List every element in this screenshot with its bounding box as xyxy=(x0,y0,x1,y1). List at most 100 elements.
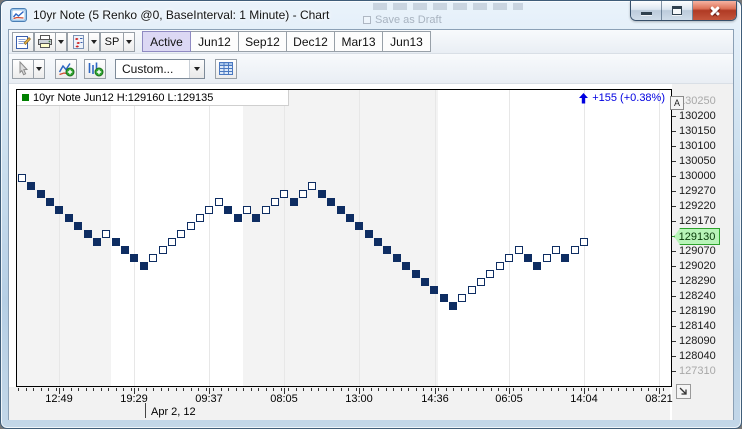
renko-brick xyxy=(365,230,373,238)
time-minor-tick xyxy=(588,388,589,391)
chart-plot[interactable]: 10yr Note Jun12 H:129160 L:129135 +155 (… xyxy=(16,89,672,387)
price-axis-label: 128240 xyxy=(679,290,716,302)
renko-brick xyxy=(383,246,391,254)
price-tick xyxy=(672,116,676,117)
price-tick xyxy=(672,371,676,372)
autoscale-button[interactable]: A xyxy=(670,96,684,110)
time-gridline xyxy=(59,90,60,386)
time-minor-tick xyxy=(138,388,139,391)
last-price-marker: 129130 xyxy=(674,228,720,245)
tab-jun13[interactable]: Jun13 xyxy=(382,31,431,52)
diagonal-arrow-icon xyxy=(679,387,688,396)
renko-brick xyxy=(271,198,279,206)
time-minor-tick xyxy=(108,388,109,391)
price-tick xyxy=(672,221,676,222)
time-axis-label: 14:04 xyxy=(570,393,598,405)
time-minor-tick xyxy=(146,388,147,391)
time-axis-label: 08:05 xyxy=(270,393,298,405)
chartbook-button[interactable] xyxy=(67,32,89,52)
time-minor-tick xyxy=(236,388,237,391)
symbol-dropdown[interactable] xyxy=(124,32,135,52)
timeframe-select[interactable]: Custom... xyxy=(115,59,205,79)
price-axis[interactable]: 1302501302001301501301001300501300001292… xyxy=(672,84,733,420)
time-gridline xyxy=(359,90,360,386)
scale-adjust-button[interactable] xyxy=(676,384,691,399)
title-bar[interactable]: 10yr Note (5 Renko @0, BaseInterval: 1 M… xyxy=(1,1,741,29)
time-minor-tick xyxy=(123,388,124,391)
time-axis[interactable]: Apr 2, 12 12:4919:2909:3708:0513:0014:36… xyxy=(9,387,670,420)
time-minor-tick xyxy=(446,388,447,391)
timeframe-select-dropdown[interactable] xyxy=(189,60,204,78)
renko-brick xyxy=(449,302,457,310)
timeframe-select-value: Custom... xyxy=(116,62,189,76)
renko-brick xyxy=(112,238,120,246)
renko-brick xyxy=(552,246,560,254)
pointer-tool-button[interactable] xyxy=(12,59,34,79)
price-tick xyxy=(672,146,676,147)
time-minor-tick xyxy=(551,388,552,391)
time-minor-tick xyxy=(251,388,252,391)
minimize-button[interactable] xyxy=(631,1,662,20)
renko-brick xyxy=(299,190,307,198)
renko-brick xyxy=(140,262,148,270)
up-arrow-icon xyxy=(579,93,588,104)
time-minor-tick xyxy=(86,388,87,391)
renko-brick xyxy=(55,206,63,214)
time-minor-tick xyxy=(371,388,372,391)
time-gridline xyxy=(134,90,135,386)
time-minor-tick xyxy=(93,388,94,391)
time-minor-tick xyxy=(378,388,379,391)
price-tick xyxy=(672,161,676,162)
add-chart-button[interactable] xyxy=(84,59,106,79)
renko-brick xyxy=(308,182,316,190)
trade-dom-button[interactable] xyxy=(215,59,237,79)
symbol-button-label: SP xyxy=(105,36,120,48)
renko-brick xyxy=(65,214,73,222)
symbol-button[interactable]: SP xyxy=(100,32,124,52)
time-minor-tick xyxy=(386,388,387,391)
chevron-down-icon xyxy=(36,67,42,71)
tab-active[interactable]: Active xyxy=(142,31,191,52)
session-stripe xyxy=(243,90,438,386)
tab-dec12[interactable]: Dec12 xyxy=(286,31,335,52)
price-tick xyxy=(672,341,676,342)
time-minor-tick xyxy=(56,388,57,391)
tab-jun12[interactable]: Jun12 xyxy=(190,31,239,52)
time-minor-tick xyxy=(498,388,499,391)
price-axis-label: 127310 xyxy=(679,365,716,377)
chart-properties-button[interactable] xyxy=(12,32,34,52)
restore-icon xyxy=(672,6,682,15)
net-change-readout: +155 (+0.38%) xyxy=(579,92,665,104)
time-minor-tick xyxy=(296,388,297,391)
time-minor-tick xyxy=(266,388,267,391)
time-minor-tick xyxy=(536,388,537,391)
legend-color-swatch xyxy=(22,94,29,101)
window-title: 10yr Note (5 Renko @0, BaseInterval: 1 M… xyxy=(33,8,329,22)
close-button[interactable] xyxy=(693,1,736,20)
time-minor-tick xyxy=(341,388,342,391)
time-minor-tick xyxy=(401,388,402,391)
renko-brick xyxy=(505,254,513,262)
time-minor-tick xyxy=(573,388,574,391)
time-minor-tick xyxy=(26,388,27,391)
renko-brick xyxy=(477,278,485,286)
chartbook-dropdown[interactable] xyxy=(89,32,100,52)
time-minor-tick xyxy=(416,388,417,391)
print-dropdown[interactable] xyxy=(56,32,67,52)
tab-sep12[interactable]: Sep12 xyxy=(238,31,287,52)
print-button[interactable] xyxy=(34,32,56,52)
time-minor-tick xyxy=(281,388,282,391)
time-minor-tick xyxy=(116,388,117,391)
restore-button[interactable] xyxy=(662,1,693,20)
pointer-tool-dropdown[interactable] xyxy=(34,59,45,79)
add-study-button[interactable] xyxy=(55,59,77,79)
renko-brick xyxy=(121,246,129,254)
tab-mar13[interactable]: Mar13 xyxy=(334,31,383,52)
time-axis-label: 13:00 xyxy=(345,393,373,405)
time-minor-tick xyxy=(596,388,597,391)
renko-brick xyxy=(187,222,195,230)
renko-brick xyxy=(402,262,410,270)
time-minor-tick xyxy=(303,388,304,391)
price-tick xyxy=(672,251,676,252)
price-axis-label: 128040 xyxy=(679,350,716,362)
